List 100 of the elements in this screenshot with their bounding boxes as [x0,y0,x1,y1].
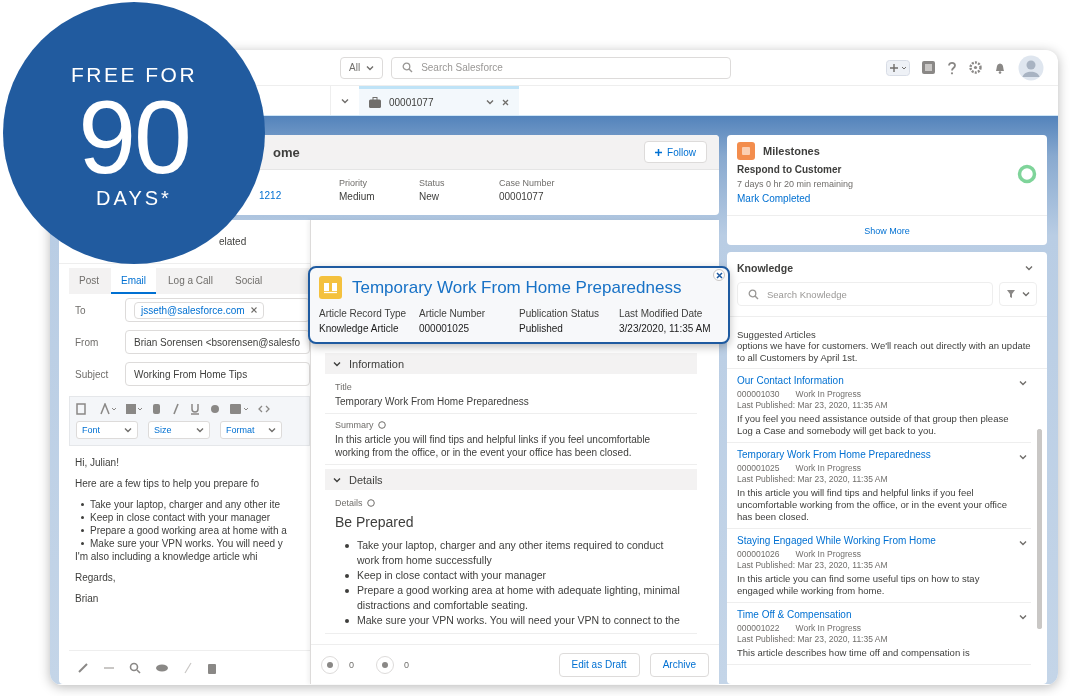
article-status: Work In Progress [795,463,862,474]
article-link[interactable]: Temporary Work From Home Preparedness [737,449,1011,461]
underline-icon[interactable] [190,403,200,415]
field-label: Status [419,178,446,188]
contact-link[interactable]: 1212 [259,190,319,202]
list-item: Keep in close contact with your manager [90,511,271,524]
close-icon[interactable] [250,307,257,313]
search-input[interactable]: Search Salesforce [421,58,721,77]
caret-icon [1025,264,1033,272]
field-label: Article Record Type [319,308,408,319]
add-icon[interactable] [886,59,910,76]
format-dropdown[interactable]: Font [76,421,138,439]
body-text: I'm also including a knowledge article whi [75,550,259,563]
composer-tab[interactable]: Email [111,268,157,294]
field-label: Priority [339,178,368,188]
caret-icon [333,475,341,484]
format-dropdown[interactable]: Size [148,421,210,439]
publish-date: Last Published: Mar 23, 2020, 11:35 AM [737,634,889,645]
article-link[interactable]: Our Contact Information [737,375,1011,387]
zoom-icon[interactable] [129,661,141,674]
close-button[interactable] [713,269,725,281]
list-item: Take your laptop, charger and any other ite [90,498,281,511]
scope-dropdown[interactable]: All [340,56,384,79]
field-value: Temporary Work From Home Preparedness [335,395,530,408]
notification-icon[interactable] [994,61,1006,74]
case-icon [369,96,381,108]
action-button[interactable]: Archive [649,652,709,677]
article-status: Work In Progress [795,623,862,634]
recipient-pill[interactable]: jsseth@salesforce.com [134,301,264,319]
progress-ring-icon [1017,164,1037,184]
italic-icon[interactable] [172,403,180,415]
text-color-icon[interactable] [100,403,116,415]
list-item: Make sure your VPN works. You will need your VPN to connect to the [357,613,680,628]
info-icon [377,421,386,429]
milestone-icon [737,142,755,160]
article-status: Work In Progress [795,549,862,560]
caret-icon [366,63,375,72]
subject-field[interactable]: Working From Home Tips [125,362,310,386]
list-item: Prepare a good working area at home with a [90,524,287,537]
code-icon[interactable] [258,403,270,415]
list-item: Make sure your VPN works. You will need y [90,537,283,550]
field-value: 000001025 [419,323,471,334]
search-input[interactable]: Search Knowledge [767,285,982,303]
related-label: elated [219,236,247,247]
article-title[interactable]: Temporary Work From Home Preparedness [352,277,682,298]
field-label: Case Number [499,178,556,188]
field-value: Published [519,323,564,334]
section-label: Suggested Articles [736,328,817,340]
composer-tab[interactable]: Post [69,268,109,294]
promo-text: DAYS* [96,186,172,210]
filter-button[interactable] [999,282,1037,306]
field-label: Subject [74,368,110,380]
article-summary: This article describes how time off and compensation is [737,647,971,659]
publish-date: Last Published: Mar 23, 2020, 11:35 AM [737,474,889,485]
field-label: Title [335,382,352,392]
caret-icon[interactable] [341,96,349,105]
search-icon [748,288,759,300]
record-tab[interactable]: 00001077 [359,86,519,115]
composer-tab[interactable]: Social [225,268,273,294]
search-field[interactable]: Search Salesforce [391,56,732,79]
search-field[interactable]: Search Knowledge [737,282,993,306]
caret-icon [1019,613,1027,621]
book-icon [319,276,342,299]
close-icon[interactable] [502,98,509,106]
field-label: Details [335,498,363,508]
from-field[interactable]: Brian Sorensen <bsorensen@salesfo [125,330,310,354]
field-value: Medium [339,191,376,202]
caret-icon [1019,539,1027,547]
field-label: Publication Status [519,308,601,319]
caret-icon [1022,290,1030,298]
card-title: Milestones [763,145,820,157]
info-icon [366,499,375,507]
action-button[interactable]: Edit as Draft [558,652,640,677]
article-heading: Be Prepared [335,514,415,530]
section-header[interactable]: Information [325,353,697,374]
format-dropdown[interactable]: Format [220,421,282,439]
follow-button[interactable]: Follow [644,141,707,163]
help-icon[interactable] [947,60,957,75]
article-link[interactable]: Staying Engaged While Working From Home [737,535,1011,547]
mark-completed-link[interactable]: Mark Completed [737,193,811,204]
article-number: 000001026 [737,549,780,560]
settings-icon[interactable] [969,61,982,74]
close-icon [715,271,723,279]
caret-icon [1019,453,1027,461]
card-title: Knowledge [737,262,793,274]
body-text: Hi, Julian! [75,456,120,469]
list-item: Take your laptop, charger and any other items required to conduct work from home successfully [357,538,665,568]
body-text: Brian [75,592,100,605]
field-value: Knowledge Article [319,323,400,334]
field-label: Summary [335,420,374,430]
show-more-button[interactable]: Show More [858,224,916,237]
article-link[interactable]: Time Off & Compensation [737,609,1011,621]
field-value: 3/23/2020, 11:35 AM [619,323,712,334]
section-header[interactable]: Details [325,469,697,490]
composer-tab[interactable]: Log a Call [158,268,224,294]
field-label: To [74,304,87,316]
body-text: Regards, [75,571,117,584]
promo-text: FREE FOR [70,62,198,87]
caret-icon [196,426,204,434]
avatar-icon[interactable] [1018,54,1044,81]
